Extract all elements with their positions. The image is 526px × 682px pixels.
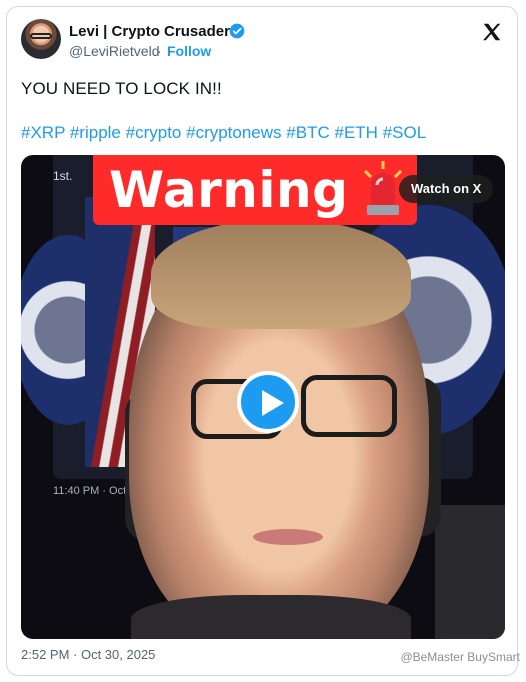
tweet-text: YOU NEED TO LOCK IN!!	[21, 79, 222, 98]
warning-text: Warning	[109, 161, 349, 219]
author-name[interactable]: Levi | Crypto Crusaders	[69, 23, 238, 40]
video-player[interactable]: 1st. 11:40 PM · Oct 2 Warning Watch on X	[21, 155, 505, 639]
avatar-glasses	[30, 33, 52, 39]
siren-icon	[363, 161, 403, 215]
person-shirt	[131, 595, 411, 639]
hashtag-xrp[interactable]: #XRP	[21, 123, 65, 142]
hashtag-btc[interactable]: #BTC	[286, 123, 329, 142]
tweet-card: Levi | Crypto Crusaders @LeviRietveld · …	[6, 6, 518, 676]
inset-date: 1st.	[53, 169, 73, 183]
hashtag-list: #XRP #ripple #crypto #cryptonews #BTC #E…	[21, 123, 426, 143]
watch-on-x-button[interactable]: Watch on X	[399, 175, 494, 203]
dot-separator: ·	[157, 43, 162, 59]
follow-button[interactable]: Follow	[167, 43, 211, 59]
hashtag-ripple[interactable]: #ripple	[70, 123, 121, 142]
author-handle[interactable]: @LeviRietveld	[69, 43, 159, 59]
tweet-timestamp[interactable]: 2:52 PM · Oct 30, 2025	[21, 647, 155, 662]
hashtag-cryptonews[interactable]: #cryptonews	[186, 123, 281, 142]
hashtag-eth[interactable]: #ETH	[334, 123, 377, 142]
play-icon	[262, 390, 284, 416]
hashtag-sol[interactable]: #SOL	[383, 123, 426, 142]
person-hair	[151, 219, 411, 329]
verified-badge-icon	[229, 23, 245, 39]
author-avatar[interactable]	[21, 19, 61, 59]
inset-time: 11:40 PM · Oct 2	[53, 485, 136, 497]
glasses-right-lens	[301, 375, 397, 437]
watermark: @BeMaster BuySmart	[400, 650, 520, 664]
hashtag-crypto[interactable]: #crypto	[126, 123, 182, 142]
x-logo-icon[interactable]	[481, 21, 503, 43]
chair	[435, 505, 505, 639]
play-button[interactable]	[237, 371, 299, 433]
person-mouth	[253, 529, 323, 545]
